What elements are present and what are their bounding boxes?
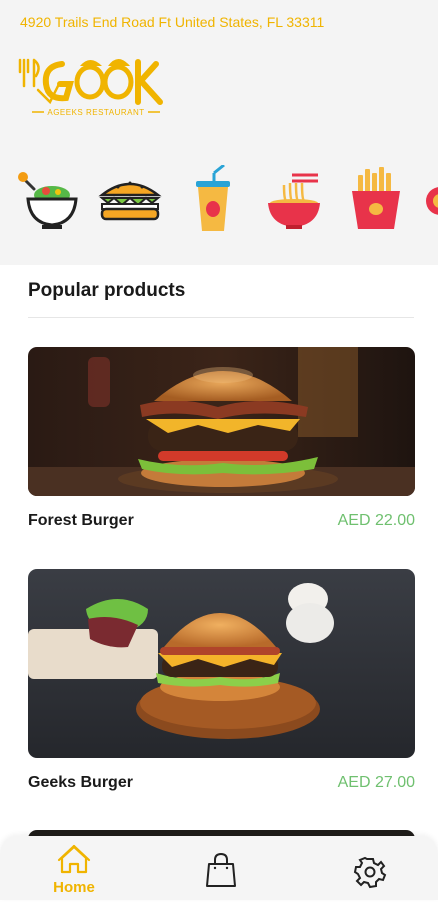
product-price: AED 22.00 xyxy=(337,512,415,529)
header: 4920 Trails End Road Ft United States, F… xyxy=(0,0,438,265)
address-text: 4920 Trails End Road Ft United States, F… xyxy=(20,14,325,30)
product-image[interactable] xyxy=(28,569,415,758)
home-icon xyxy=(57,844,91,874)
bottom-navigation: Home xyxy=(0,836,438,900)
product-name: Geeks Burger xyxy=(28,774,133,791)
drink-cup-icon[interactable] xyxy=(180,165,244,237)
settings-gear-icon xyxy=(353,856,387,889)
salad-bowl-icon[interactable] xyxy=(18,165,82,237)
shopping-bag-icon xyxy=(206,852,236,887)
category-carousel[interactable] xyxy=(0,165,438,237)
logo-subtitle: AGEEKS RESTAURANT xyxy=(47,108,144,117)
product-name: Forest Burger xyxy=(28,512,134,529)
divider xyxy=(28,317,414,318)
nav-cart[interactable] xyxy=(181,836,261,900)
nav-home[interactable]: Home xyxy=(34,836,114,900)
nav-home-label: Home xyxy=(53,879,95,896)
french-fries-icon[interactable] xyxy=(344,165,408,237)
nav-settings[interactable] xyxy=(330,836,410,900)
product-image[interactable] xyxy=(28,347,415,496)
section-title: Popular products xyxy=(28,280,186,301)
product-price: AED 27.00 xyxy=(337,774,415,791)
more-category-icon[interactable] xyxy=(420,165,438,237)
noodles-bowl-icon[interactable] xyxy=(262,165,326,237)
sandwich-icon[interactable] xyxy=(98,165,162,237)
restaurant-logo: AGEEKS RESTAURANT xyxy=(14,46,174,130)
